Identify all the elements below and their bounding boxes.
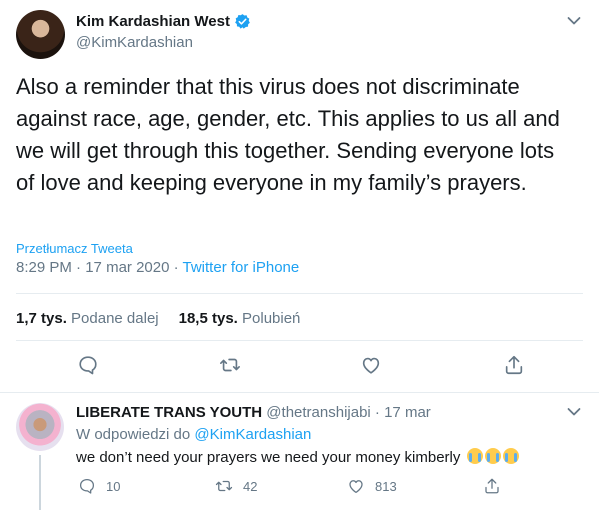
retweet-icon (220, 358, 240, 372)
share-icon (505, 355, 523, 375)
chevron-down-icon[interactable] (567, 407, 581, 417)
reply-like-button[interactable]: 813 (347, 477, 397, 495)
divider (16, 340, 583, 341)
reply-retweets-count: 42 (243, 478, 258, 494)
loudly-crying-face-icon (484, 448, 501, 464)
reply-retweet-button[interactable]: 42 (215, 477, 257, 495)
translate-tweet-link[interactable]: Przetłumacz Tweeta (16, 241, 133, 256)
tweet-meta: 8:29 PM · 17 mar 2020 · Twitter for iPho… (16, 259, 299, 276)
reply-likes-count: 813 (375, 478, 397, 494)
likes-stat[interactable]: 18,5 tys. Polubień (179, 310, 301, 327)
replying-to-prefix: W odpowiedzi do (76, 426, 191, 443)
retweet-icon (215, 480, 233, 492)
divider (16, 293, 583, 294)
loudly-crying-face-icon (466, 448, 483, 464)
reply-date[interactable]: 17 mar (384, 404, 431, 421)
reply-button[interactable] (77, 354, 101, 378)
heart-icon (362, 357, 380, 374)
reply-header: LIBERATE TRANS YOUTH @thetranshijabi · 1… (76, 404, 431, 421)
author-display-name[interactable]: Kim Kardashian West (76, 13, 230, 30)
retweets-stat[interactable]: 1,7 tys. Podane dalej (16, 310, 159, 327)
reply-share-button[interactable] (483, 477, 511, 495)
retweet-button[interactable] (219, 354, 243, 378)
tweet-date[interactable]: 17 mar 2020 (85, 259, 169, 276)
retweets-label: Podane dalej (71, 310, 159, 327)
share-icon (485, 478, 499, 494)
reply-author-handle[interactable]: @thetranshijabi (266, 404, 370, 421)
heart-icon (349, 480, 363, 494)
reply-tweet[interactable]: LIBERATE TRANS YOUTH @thetranshijabi · 1… (0, 393, 599, 510)
loudly-crying-face-icon (502, 448, 519, 464)
reply-replies-count: 10 (106, 478, 121, 494)
replying-to-handle-link[interactable]: @KimKardashian (194, 426, 311, 443)
author-avatar[interactable] (16, 10, 65, 59)
tweet-stats: 1,7 tys. Podane dalej 18,5 tys. Polubień (16, 310, 300, 327)
retweets-count: 1,7 tys. (16, 310, 67, 327)
reply-icon (79, 356, 97, 375)
reply-text: we don’t need your prayers we need your … (76, 448, 519, 466)
thread-connector-line (39, 455, 41, 510)
chevron-down-icon[interactable] (567, 16, 581, 26)
header-dot: · (374, 404, 380, 421)
like-button[interactable] (360, 354, 384, 378)
meta-separator: · (71, 259, 86, 276)
reply-author-avatar[interactable] (16, 403, 64, 451)
author-handle[interactable]: @KimKardashian (76, 34, 193, 51)
reply-icon (79, 478, 95, 494)
share-button[interactable] (503, 354, 527, 378)
replying-to: W odpowiedzi do @KimKardashian (76, 426, 311, 443)
likes-label: Polubień (242, 310, 301, 327)
tweet-source-link[interactable]: Twitter for iPhone (183, 259, 300, 276)
likes-count: 18,5 tys. (178, 310, 238, 327)
author-name-row[interactable]: Kim Kardashian West (76, 13, 251, 30)
reply-author-name[interactable]: LIBERATE TRANS YOUTH (76, 404, 262, 421)
meta-separator: · (169, 259, 183, 276)
reply-reply-button[interactable]: 10 (78, 477, 120, 495)
tweet-time[interactable]: 8:29 PM (16, 259, 72, 276)
tweet-text: Also a reminder that this virus does not… (16, 74, 560, 195)
verified-badge-icon (235, 14, 250, 29)
reply-text-content: we don’t need your prayers we need your … (76, 449, 461, 466)
